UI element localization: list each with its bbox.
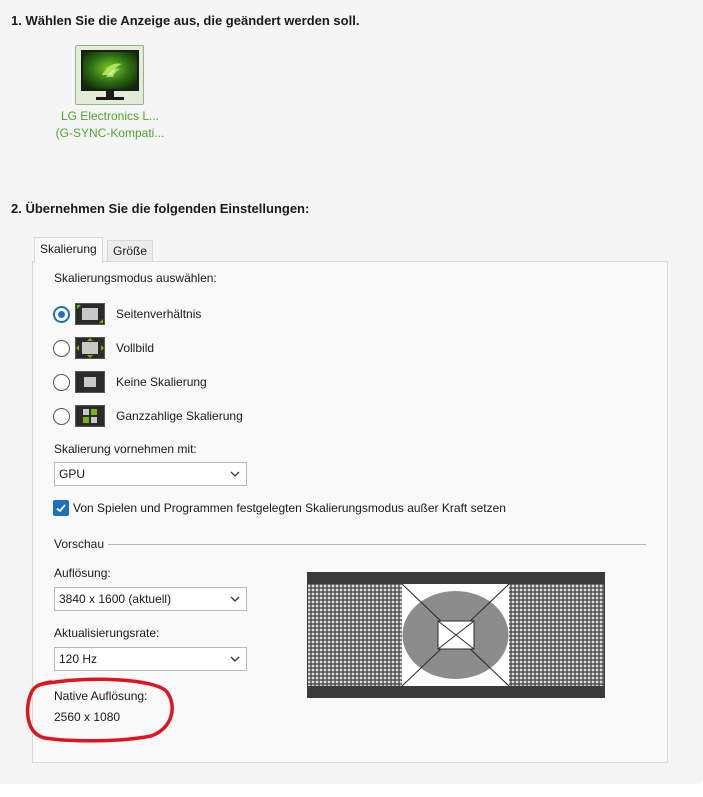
radio-option-no-scaling[interactable]: Keine Skalierung [53, 370, 207, 394]
chevron-down-icon [230, 471, 240, 477]
refresh-rate-label: Aktualisierungsrate: [54, 626, 160, 640]
monitor-frame [75, 45, 144, 105]
display-name-line2: (G-SYNC-Kompati... [55, 126, 165, 140]
resolution-select[interactable]: 3840 x 1600 (aktuell) [54, 587, 247, 611]
red-highlight-circle [25, 677, 174, 743]
nvidia-monitor-icon [81, 50, 139, 100]
radio-button[interactable] [53, 407, 70, 425]
integer-scaling-icon [75, 405, 105, 427]
override-checkbox[interactable] [53, 500, 69, 516]
option-label: Seitenverhältnis [116, 307, 202, 321]
fullscreen-icon [75, 337, 105, 359]
refresh-rate-select[interactable]: 120 Hz [54, 647, 247, 671]
scaling-preview-image [307, 572, 605, 698]
preview-group-label: Vorschau [54, 537, 105, 551]
option-label: Keine Skalierung [116, 375, 207, 389]
resolution-label: Auflösung: [54, 566, 111, 580]
scaling-mode-label: Skalierungsmodus auswählen: [54, 271, 217, 285]
aspect-ratio-icon [75, 303, 105, 325]
option-label: Vollbild [116, 341, 155, 355]
perform-scaling-label: Skalierung vornehmen mit: [54, 442, 197, 456]
select-value: 3840 x 1600 (aktuell) [59, 592, 172, 606]
select-value: 120 Hz [59, 652, 98, 666]
radio-option-integer-scaling[interactable]: Ganzzahlige Skalierung [53, 404, 243, 428]
chevron-down-icon [230, 596, 240, 602]
select-value: GPU [59, 467, 86, 481]
tab-groesse[interactable]: Größe [107, 240, 154, 261]
radio-button[interactable] [53, 373, 70, 391]
step1-heading: 1. Wählen Sie die Anzeige aus, die geänd… [11, 13, 360, 28]
tab-skalierung[interactable]: Skalierung [34, 237, 103, 263]
checkmark-icon [56, 504, 66, 513]
override-checkbox-label: Von Spielen und Programmen festgelegten … [73, 501, 506, 515]
radio-option-aspect-ratio[interactable]: Seitenverhältnis [53, 302, 201, 326]
perform-scaling-select[interactable]: GPU [54, 462, 247, 486]
radio-button[interactable] [53, 305, 70, 323]
step2-heading: 2. Übernehmen Sie die folgenden Einstell… [11, 201, 310, 216]
radio-button[interactable] [53, 339, 70, 357]
display-name-line1: LG Electronics L... [60, 109, 160, 123]
option-label: Ganzzahlige Skalierung [116, 409, 243, 423]
chevron-down-icon [230, 656, 240, 662]
group-divider [108, 544, 646, 545]
no-scaling-icon [75, 371, 105, 393]
radio-option-fullscreen[interactable]: Vollbild [53, 336, 154, 360]
override-scaling-checkbox-row[interactable]: Von Spielen und Programmen festgelegten … [53, 500, 506, 516]
display-tile[interactable]: LG Electronics L... (G-SYNC-Kompati... [40, 44, 180, 144]
